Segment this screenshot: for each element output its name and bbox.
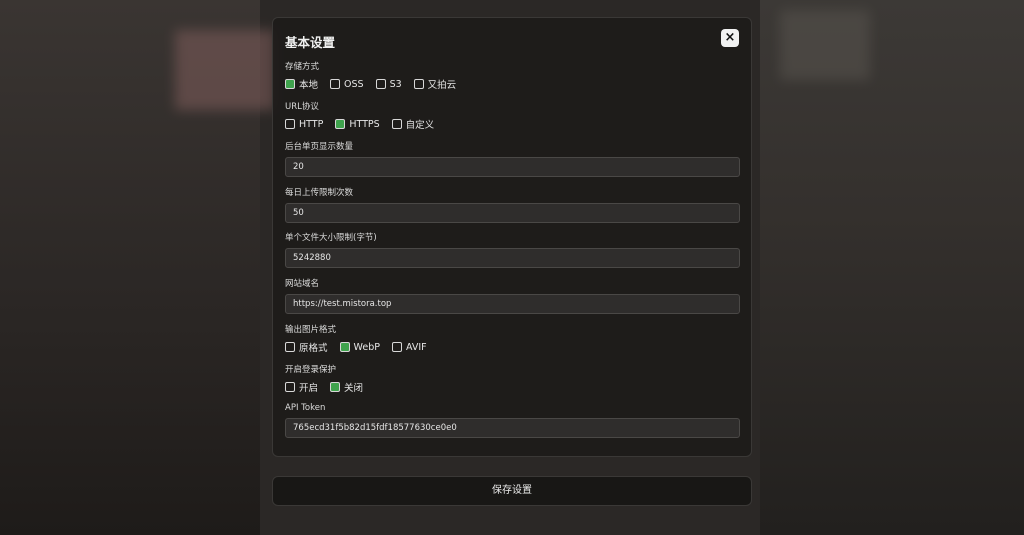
dialog-title: 基本设置 xyxy=(285,35,336,50)
close-icon[interactable]: × xyxy=(721,29,739,47)
checkbox-icon[interactable] xyxy=(375,79,386,89)
url-protocol-section: URL协议 HTTP HTTPS 自定义 xyxy=(285,100,740,131)
login-option-disable[interactable]: 关闭 xyxy=(330,380,363,394)
api-token-label: API Token xyxy=(285,403,326,413)
file-size-input[interactable]: 5242880 xyxy=(285,248,740,268)
storage-option-upyun[interactable]: 又拍云 xyxy=(413,77,456,91)
page-size-section: 后台单页显示数量 20 xyxy=(285,140,740,177)
daily-limit-label: 每日上传限制次数 xyxy=(285,188,354,198)
domain-label: 网站域名 xyxy=(285,279,320,289)
page-size-label: 后台单页显示数量 xyxy=(285,142,354,152)
checkbox-icon[interactable] xyxy=(285,382,295,392)
login-protection-label: 开启登录保护 xyxy=(285,365,337,375)
checkbox-checked-icon[interactable] xyxy=(335,119,346,129)
checkbox-checked-icon[interactable] xyxy=(330,382,341,392)
checkbox-icon[interactable] xyxy=(285,342,295,352)
daily-limit-section: 每日上传限制次数 50 xyxy=(285,186,740,223)
protocol-option-http[interactable]: HTTP xyxy=(285,119,323,130)
storage-option-local[interactable]: 本地 xyxy=(285,77,318,91)
output-format-section: 输出图片格式 原格式 WebP AVIF xyxy=(285,323,740,354)
format-option-original[interactable]: 原格式 xyxy=(285,340,328,354)
file-size-label: 单个文件大小限制(字节) xyxy=(285,233,377,243)
page-size-input[interactable]: 20 xyxy=(285,157,740,177)
url-protocol-label: URL协议 xyxy=(285,102,319,112)
checkbox-icon[interactable] xyxy=(285,119,295,129)
protocol-option-https[interactable]: HTTPS xyxy=(335,119,380,130)
login-option-enable[interactable]: 开启 xyxy=(285,380,318,394)
checkbox-icon[interactable] xyxy=(391,342,402,352)
checkbox-icon[interactable] xyxy=(330,79,341,89)
output-format-label: 输出图片格式 xyxy=(285,325,337,335)
login-protection-section: 开启登录保护 开启 关闭 xyxy=(285,363,740,394)
checkbox-icon[interactable] xyxy=(413,79,424,89)
checkbox-checked-icon[interactable] xyxy=(285,79,295,89)
storage-option-oss[interactable]: OSS xyxy=(330,79,364,90)
storage-label: 存储方式 xyxy=(285,62,320,72)
api-token-input[interactable]: 765ecd31f5b82d15fdf18577630ce0e0 xyxy=(285,418,740,438)
format-option-webp[interactable]: WebP xyxy=(339,342,380,353)
api-token-section: API Token 765ecd31f5b82d15fdf18577630ce0… xyxy=(285,403,740,438)
domain-input[interactable]: https://test.mistora.top xyxy=(285,294,740,314)
settings-dialog: 基本设置 × 存储方式 本地 OSS S3 又拍云 URL协议 HTTP HTT… xyxy=(272,17,752,457)
save-button[interactable]: 保存设置 xyxy=(272,476,752,506)
checkbox-icon[interactable] xyxy=(391,119,402,129)
protocol-option-custom[interactable]: 自定义 xyxy=(391,117,434,131)
domain-section: 网站域名 https://test.mistora.top xyxy=(285,277,740,314)
format-option-avif[interactable]: AVIF xyxy=(391,342,427,353)
storage-section: 存储方式 本地 OSS S3 又拍云 xyxy=(285,60,740,91)
daily-limit-input[interactable]: 50 xyxy=(285,203,740,223)
checkbox-checked-icon[interactable] xyxy=(339,342,350,352)
storage-option-s3[interactable]: S3 xyxy=(375,79,402,90)
file-size-section: 单个文件大小限制(字节) 5242880 xyxy=(285,231,740,268)
